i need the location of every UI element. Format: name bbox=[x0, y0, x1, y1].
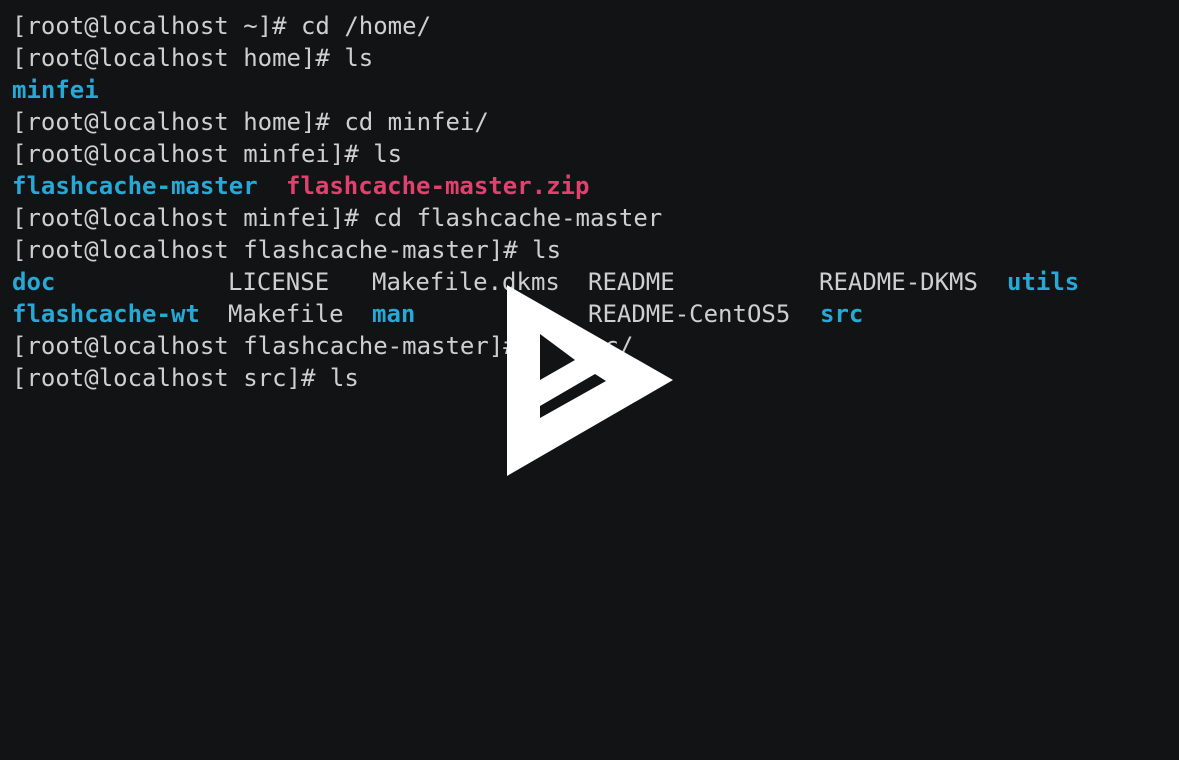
play-button[interactable] bbox=[507, 285, 673, 476]
file-entry: README-DKMS bbox=[819, 268, 978, 296]
terminal-line: [root@localhost ~]# cd /home/ bbox=[12, 12, 432, 40]
terminal-line: [root@localhost flashcache-master]# ls bbox=[12, 236, 562, 264]
asciinema-play-icon bbox=[507, 285, 673, 476]
terminal-line: [root@localhost home]# cd minfei/ bbox=[12, 108, 489, 136]
ls-output-row: flashcache-master flashcache-master.zip bbox=[12, 170, 1179, 202]
directory-entry: utils bbox=[1007, 268, 1080, 296]
terminal-line: [root@localhost minfei]# ls bbox=[12, 140, 403, 168]
file-entry: LICENSE bbox=[228, 268, 330, 296]
directory-entry: minfei bbox=[12, 76, 99, 104]
terminal-line: [root@localhost home]# ls bbox=[12, 44, 374, 72]
directory-entry: flashcache-master bbox=[12, 172, 258, 200]
directory-entry: doc bbox=[12, 268, 56, 296]
directory-entry: src bbox=[820, 300, 864, 328]
file-entry: Makefile bbox=[228, 300, 344, 328]
terminal-line: [root@localhost minfei]# cd flashcache-m… bbox=[12, 204, 663, 232]
directory-entry: flashcache-wt bbox=[12, 300, 200, 328]
zip-file-entry: flashcache-master.zip bbox=[286, 172, 590, 200]
